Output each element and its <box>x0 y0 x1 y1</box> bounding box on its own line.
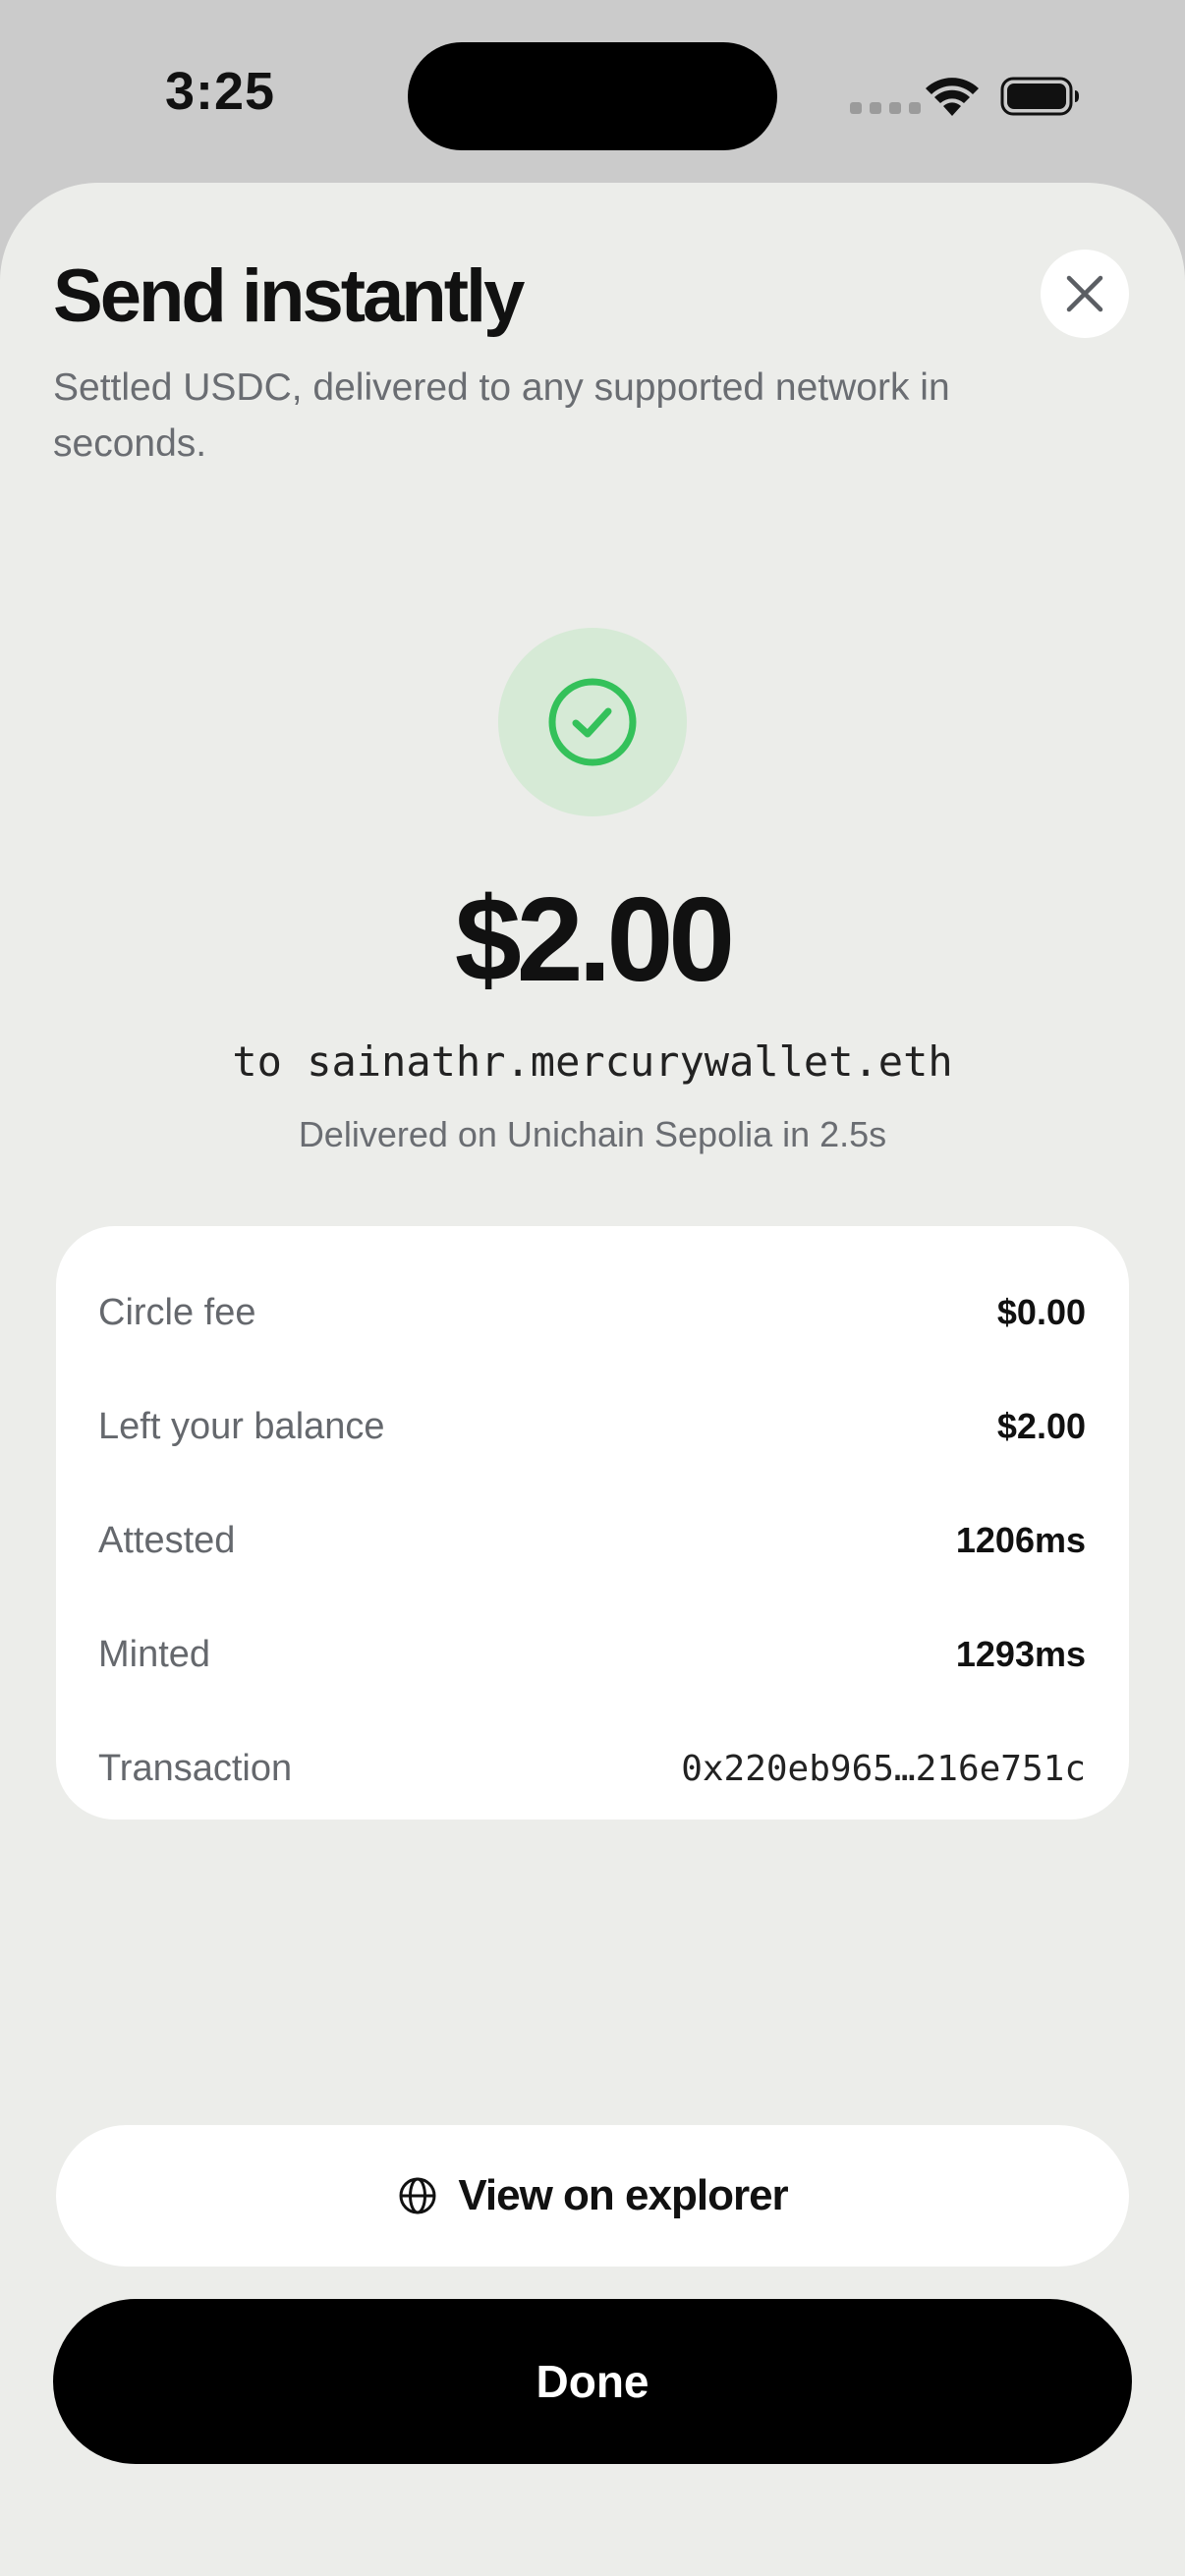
transfer-details-card: Circle fee $0.00 Left your balance $2.00… <box>56 1226 1129 1820</box>
detail-label: Minted <box>98 1633 211 1675</box>
delivery-note: Delivered on Unichain Sepolia in 2.5s <box>298 1114 887 1154</box>
detail-value: 1293ms <box>955 1634 1086 1674</box>
detail-label: Attested <box>98 1519 236 1561</box>
sheet-title: Send instantly <box>53 254 525 338</box>
close-button[interactable] <box>1041 250 1129 338</box>
recipient-address: to sainathr.mercurywallet.eth <box>232 1037 953 1086</box>
detail-value: $2.00 <box>996 1406 1086 1446</box>
status-time: 3:25 <box>165 62 276 121</box>
close-icon <box>1066 275 1103 312</box>
detail-value: $0.00 <box>996 1292 1086 1332</box>
view-on-explorer-button[interactable]: View on explorer <box>56 2125 1129 2267</box>
status-bar: 3:25 <box>0 0 1185 187</box>
detail-row-attested: Attested 1206ms <box>98 1484 1086 1597</box>
sheet-subtitle: Settled USDC, delivered to any supported… <box>53 366 950 465</box>
detail-row-balance: Left your balance $2.00 <box>98 1370 1086 1484</box>
transaction-hash[interactable]: 0x220eb965…216e751c <box>681 1749 1086 1789</box>
detail-label: Left your balance <box>98 1405 385 1447</box>
explorer-button-label: View on explorer <box>458 2171 788 2219</box>
detail-row-transaction: Transaction 0x220eb965…216e751c <box>98 1711 1086 1825</box>
cellular-signal-icon <box>850 102 921 114</box>
done-button[interactable]: Done <box>53 2299 1132 2464</box>
detail-row-circle-fee: Circle fee $0.00 <box>98 1256 1086 1370</box>
wifi-icon <box>926 78 979 116</box>
send-sheet: Send instantly Settled USDC, delivered t… <box>0 183 1185 2576</box>
globe-icon <box>399 2177 436 2214</box>
dynamic-island <box>408 42 777 150</box>
detail-label: Circle fee <box>98 1291 256 1333</box>
sent-amount: $2.00 <box>454 872 735 1006</box>
success-badge <box>498 628 687 816</box>
check-circle-icon <box>548 678 637 766</box>
detail-row-minted: Minted 1293ms <box>98 1597 1086 1711</box>
detail-value: 1206ms <box>955 1520 1086 1560</box>
battery-icon <box>1000 77 1079 116</box>
detail-label: Transaction <box>98 1747 293 1789</box>
